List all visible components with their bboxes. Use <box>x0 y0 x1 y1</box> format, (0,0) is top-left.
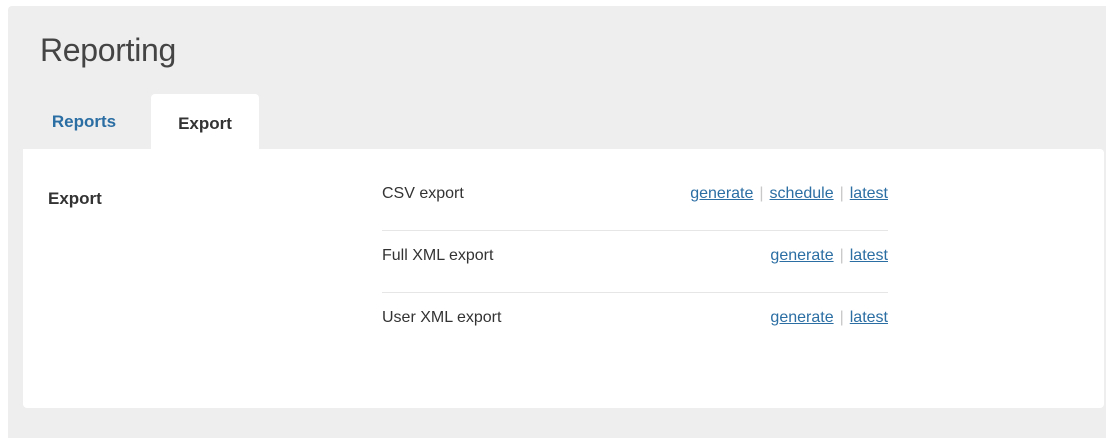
generate-link[interactable]: generate <box>770 309 833 326</box>
export-row-actions: generate | latest <box>770 247 888 265</box>
separator: | <box>839 247 844 264</box>
latest-link[interactable]: latest <box>850 247 888 264</box>
page-title: Reporting <box>40 32 177 68</box>
section-label-export: Export <box>48 189 102 208</box>
tab-reports[interactable]: Reports <box>23 94 145 149</box>
generate-link[interactable]: generate <box>690 185 753 202</box>
export-row-user-xml: User XML export generate | latest <box>382 293 888 354</box>
export-row-label: CSV export <box>382 185 464 202</box>
export-row-actions: generate | latest <box>770 309 888 327</box>
tab-export[interactable]: Export <box>151 94 259 154</box>
export-row-label: Full XML export <box>382 247 494 264</box>
export-row-full-xml: Full XML export generate | latest <box>382 231 888 293</box>
generate-link[interactable]: generate <box>770 247 833 264</box>
separator: | <box>759 185 764 202</box>
separator: | <box>839 309 844 326</box>
export-row-csv: CSV export generate | schedule | latest <box>382 169 888 231</box>
export-row-actions: generate | schedule | latest <box>690 185 888 203</box>
reporting-page: Reporting Reports Export Export CSV expo… <box>8 6 1106 438</box>
export-list: CSV export generate | schedule | latest Full… <box>382 169 888 354</box>
schedule-link[interactable]: schedule <box>770 185 834 202</box>
latest-link[interactable]: latest <box>850 309 888 326</box>
export-row-label: User XML export <box>382 309 502 326</box>
latest-link[interactable]: latest <box>850 185 888 202</box>
export-panel: Export CSV export generate | schedule | late… <box>23 149 1104 408</box>
separator: | <box>839 185 844 202</box>
